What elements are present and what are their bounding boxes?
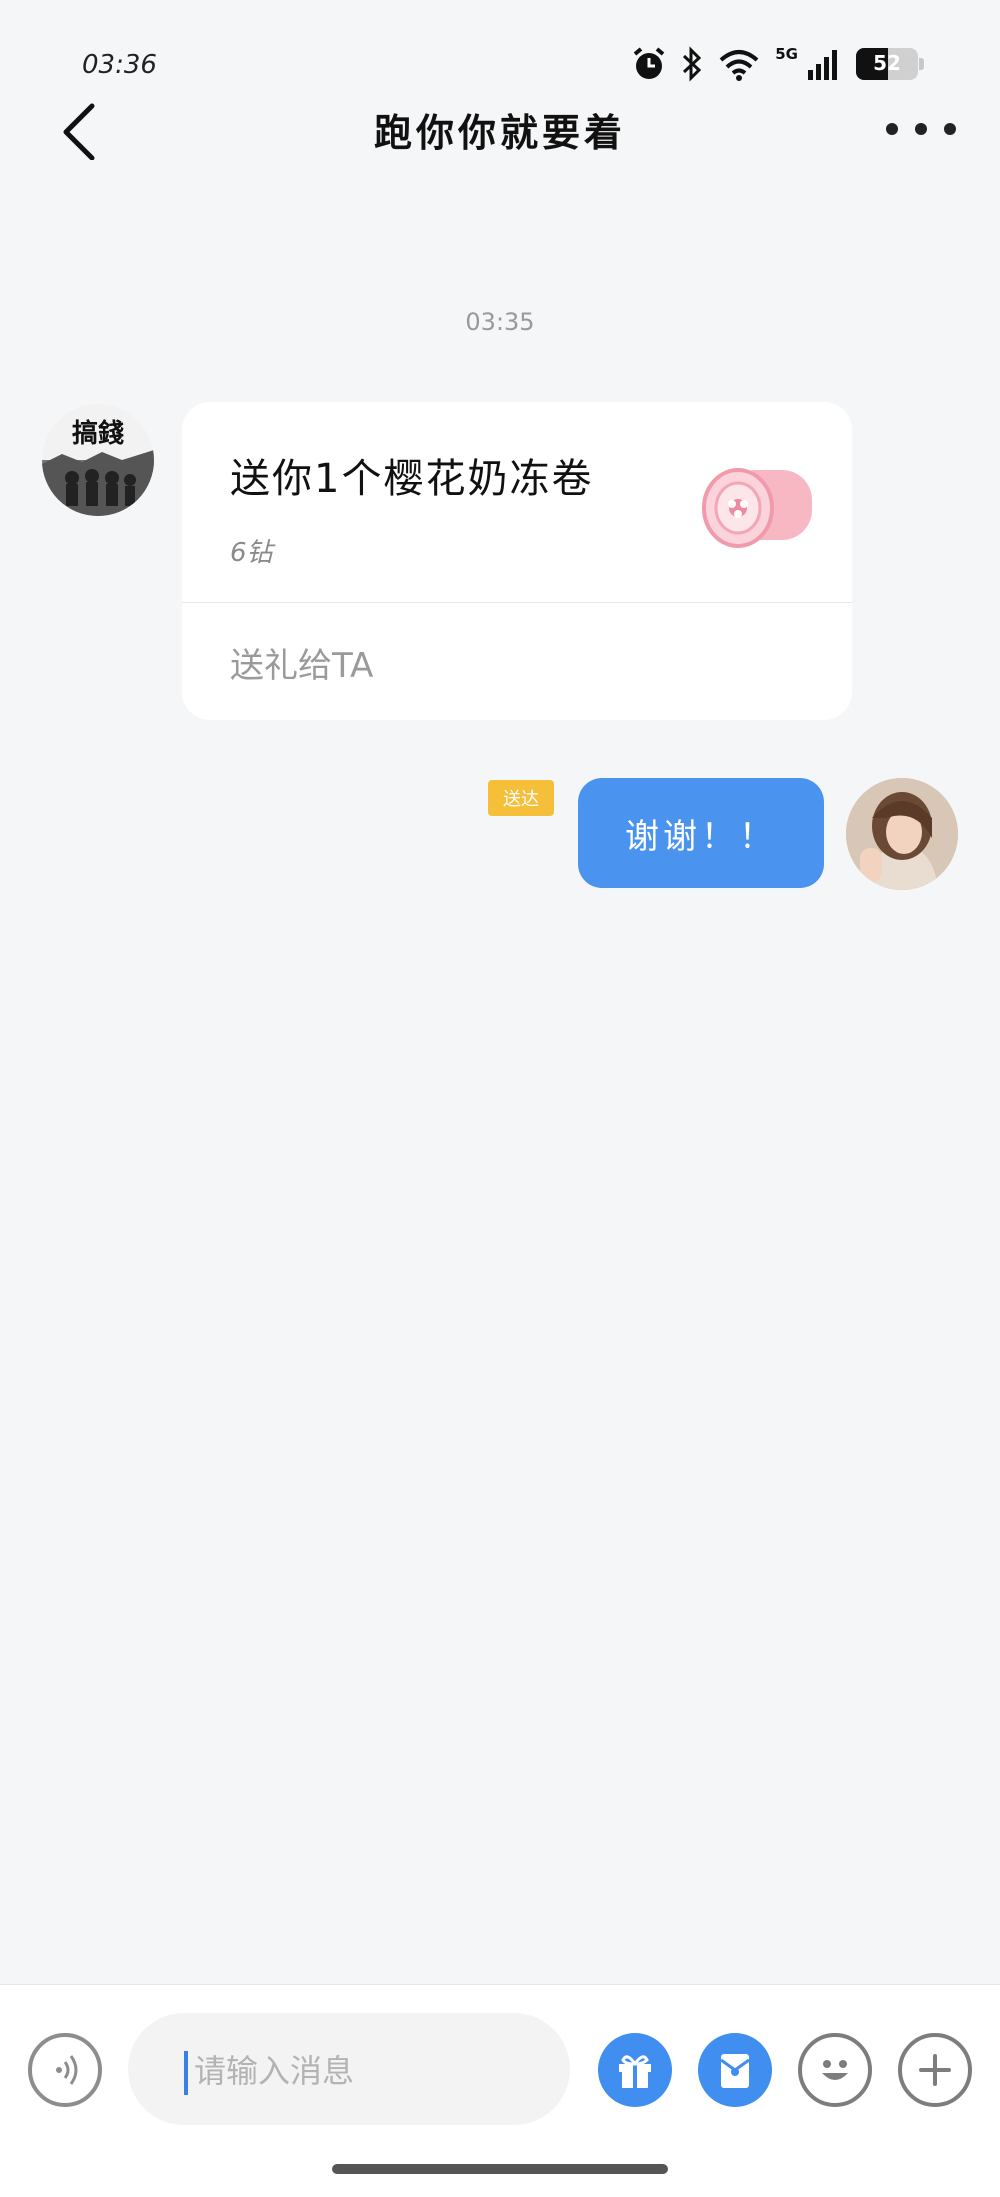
status-time: 03:36 [82, 50, 157, 80]
chat-title: 跑你你就要着 [373, 111, 626, 155]
network-label: 5G [775, 45, 798, 63]
voice-icon [56, 2055, 78, 2085]
battery-level: 52 [873, 51, 901, 75]
gift-price: 6钻 [230, 538, 273, 568]
plus-icon [919, 2054, 951, 2086]
wifi-icon [717, 46, 761, 82]
contact-avatar[interactable]: 搞錢 [42, 404, 154, 516]
message-input[interactable] [194, 2041, 534, 2101]
alarm-icon [631, 46, 667, 82]
delivery-status-badge: 送达 [488, 780, 554, 816]
red-packet-button[interactable] [698, 2033, 772, 2107]
battery-indicator: 52 [856, 48, 924, 80]
message-timestamp: 03:35 [465, 308, 535, 336]
signal-icon [806, 46, 842, 82]
more-actions-button[interactable] [898, 2033, 972, 2107]
gift-button[interactable] [598, 2033, 672, 2107]
cake-roll-icon [692, 446, 822, 556]
chat-header: 跑你你就要着 [0, 90, 1000, 170]
gift-divider [182, 602, 852, 603]
message-input-container[interactable] [128, 2013, 570, 2125]
avatar-caption: 搞錢 [72, 418, 124, 449]
red-packet-icon [720, 2054, 750, 2088]
bluetooth-icon [681, 46, 703, 82]
voice-input-button[interactable] [28, 2033, 102, 2107]
gift-message-card[interactable]: 送你1个樱花奶冻卷 6钻 送礼给TA [182, 402, 852, 720]
more-horizontal-icon [886, 123, 898, 135]
more-options-button[interactable] [886, 104, 956, 154]
text-caret [184, 2051, 188, 2095]
send-gift-back-link[interactable]: 送礼给TA [230, 638, 373, 687]
gift-title: 送你1个樱花奶冻卷 [230, 456, 594, 502]
status-icons: 5G 52 [631, 45, 924, 82]
user-avatar[interactable] [846, 778, 958, 890]
emoji-button[interactable] [798, 2033, 872, 2107]
outgoing-message-bubble[interactable]: 谢谢！！ [578, 778, 824, 888]
home-indicator[interactable] [332, 2164, 668, 2174]
gift-icon [619, 2055, 651, 2088]
emoji-icon [822, 2060, 848, 2080]
